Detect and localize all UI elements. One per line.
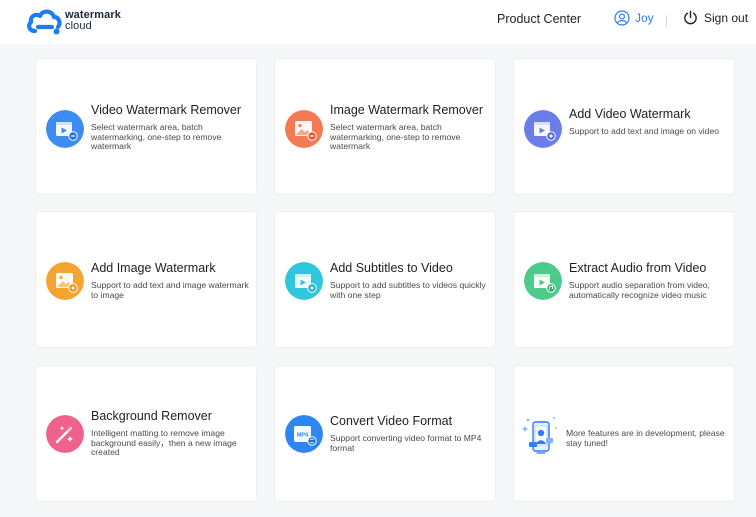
nav-divider (666, 15, 667, 27)
user-icon (614, 10, 630, 26)
card-title: Extract Audio from Video (569, 261, 707, 275)
user-name: Joy (635, 11, 654, 25)
card-title: Video Watermark Remover (91, 103, 242, 117)
audio-extract-icon (524, 262, 562, 300)
more-features-text: More features are in development, please… (566, 428, 725, 448)
logo[interactable]: watermark cloud (26, 6, 121, 36)
subtitle-icon (285, 262, 323, 300)
card-title: Add Subtitles to Video (330, 261, 453, 275)
phone-illustration-icon (522, 417, 558, 454)
mp4-badge-text: MP4 (297, 433, 309, 439)
power-icon (684, 10, 697, 25)
card-description: Support converting video format to MP4 f… (330, 433, 482, 453)
card-title: Add Video Watermark (569, 107, 691, 121)
magic-wand-icon (46, 415, 84, 453)
card-description: Intelligent matting to remove image back… (91, 428, 237, 458)
card-image-watermark-remover[interactable]: Image Watermark Remover Select watermark… (274, 58, 496, 195)
video-add-icon (524, 110, 562, 148)
image-add-icon (46, 262, 84, 300)
cloud-logo-icon (27, 9, 62, 35)
card-description: Select watermark area, batch watermarkin… (330, 122, 461, 152)
logo-text: watermark cloud (65, 10, 121, 32)
card-description: Support to add subtitles to videos quick… (330, 280, 486, 300)
card-description: Support to add text and image on video (569, 126, 720, 136)
card-description: Select watermark area, batch watermarkin… (91, 122, 222, 152)
card-add-subtitles-to-video[interactable]: Add Subtitles to Video Support to add su… (274, 211, 496, 348)
card-title: Image Watermark Remover (330, 103, 484, 117)
brand-line-2: cloud (65, 20, 92, 32)
sign-out-label: Sign out (704, 10, 749, 25)
product-center-link[interactable]: Product Center (497, 12, 581, 26)
card-background-remover[interactable]: Background Remover Intelligent matting t… (35, 365, 257, 502)
card-title: Background Remover (91, 409, 212, 423)
card-convert-video-format[interactable]: MP4 Convert Video Format Support convert… (274, 365, 496, 502)
card-more-features: More features are in development, please… (513, 365, 735, 502)
top-bar: watermark cloud Product Center Joy Sign … (0, 0, 756, 44)
card-description: Support to add text and image watermark … (91, 280, 249, 300)
image-remove-icon (285, 110, 323, 148)
card-title: Convert Video Format (330, 414, 453, 428)
mp4-icon: MP4 (285, 415, 323, 453)
user-menu[interactable]: Joy (614, 10, 654, 26)
card-video-watermark-remover[interactable]: Video Watermark Remover Select watermark… (35, 58, 257, 195)
card-add-image-watermark[interactable]: Add Image Watermark Support to add text … (35, 211, 257, 348)
card-description: Support audio separation from video, aut… (569, 280, 710, 300)
video-remove-icon (46, 110, 84, 148)
card-title: Add Image Watermark (91, 261, 216, 275)
card-add-video-watermark[interactable]: Add Video Watermark Support to add text … (513, 58, 735, 195)
card-extract-audio-from-video[interactable]: Extract Audio from Video Support audio s… (513, 211, 735, 348)
sign-out-button[interactable]: Sign out (683, 10, 748, 25)
